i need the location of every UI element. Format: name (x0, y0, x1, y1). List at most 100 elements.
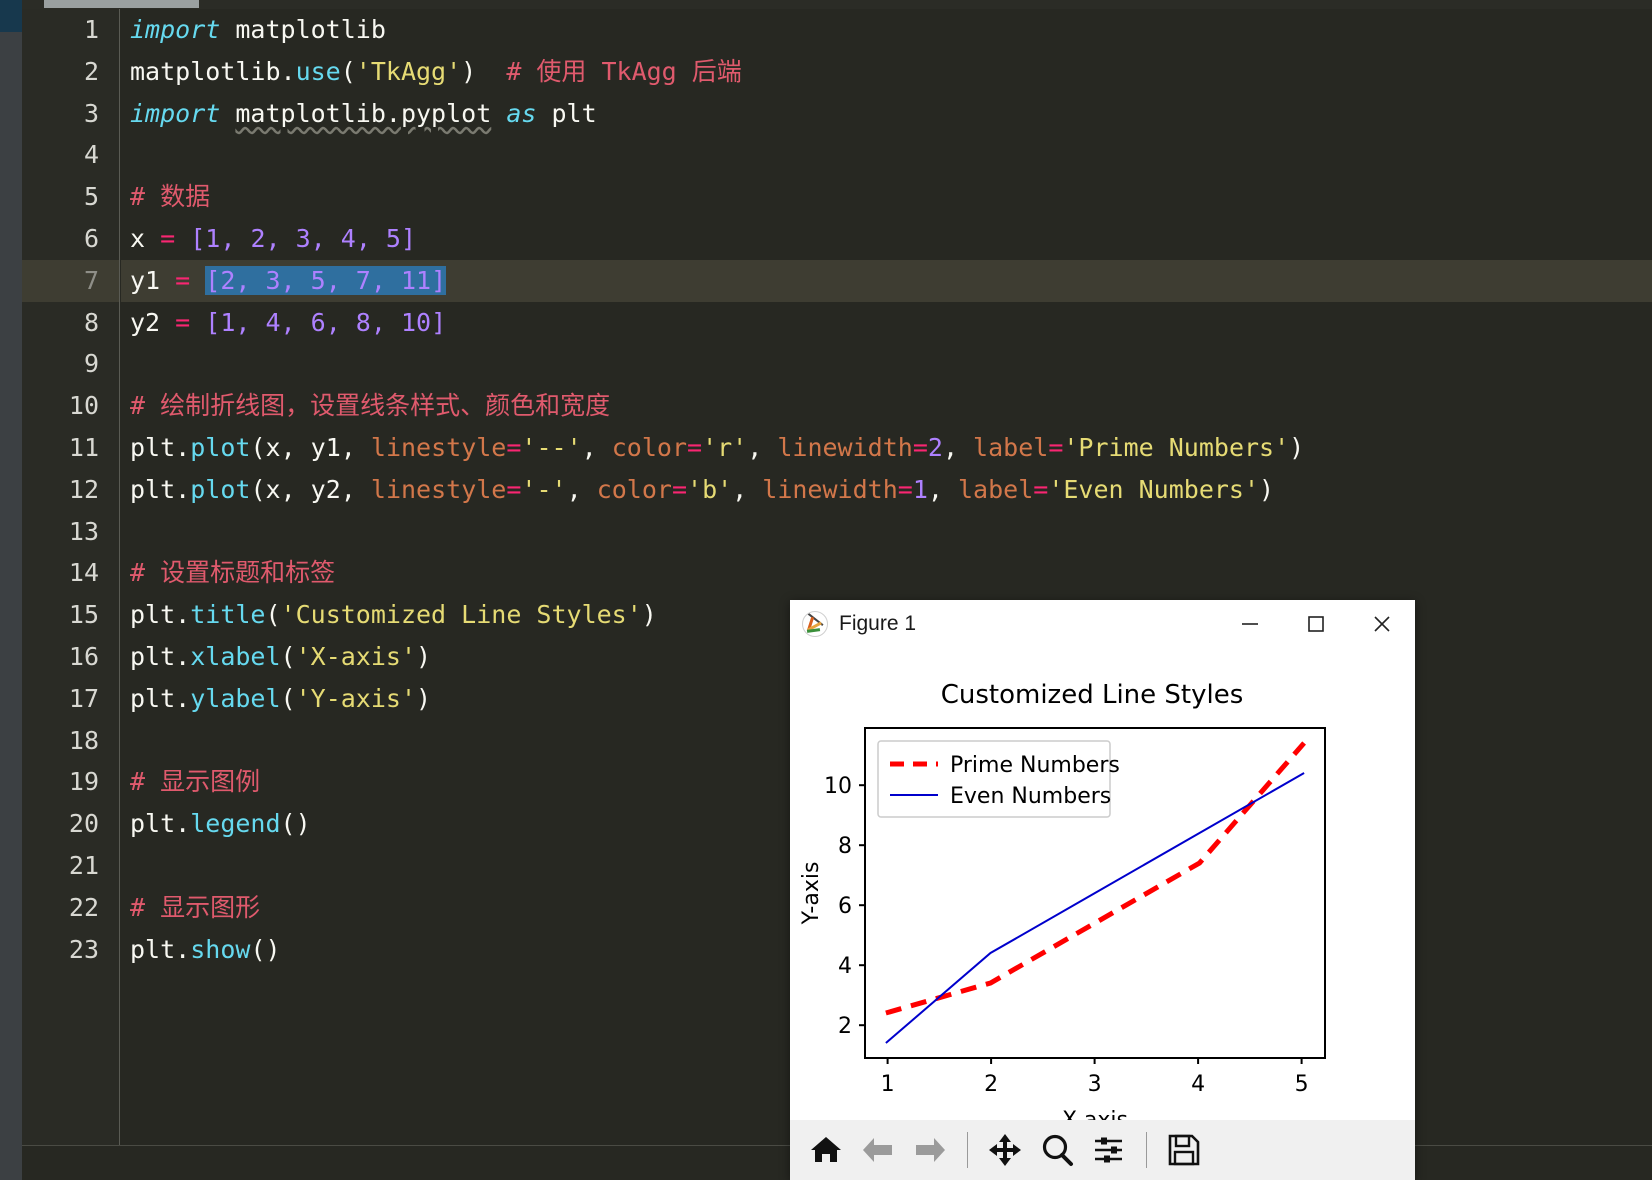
token-comment: # 显示图例 (130, 767, 261, 797)
figure-window-title: Figure 1 (839, 612, 917, 635)
token-param: linewidth (777, 432, 913, 462)
token-string: 'X-axis' (295, 641, 417, 671)
token-string: 'Even Numbers' (1048, 474, 1260, 504)
line-number: 11 (68, 432, 99, 462)
code-line[interactable]: import matplotlib.pyplot as plt (121, 93, 1652, 135)
close-button[interactable] (1349, 600, 1415, 648)
line-number: 19 (68, 767, 99, 797)
activity-bar-marker (0, 0, 22, 32)
code-line[interactable]: # 设置标题和标签 (121, 552, 1652, 594)
token-list: [1, 2, 3, 4, 5] (190, 223, 417, 253)
code-line[interactable]: plt.plot(x, y1, linestyle='--', color='r… (121, 427, 1652, 469)
token-object: plt (130, 809, 176, 839)
token-list-selected: [2, 3, 5, 7, 11] (205, 265, 447, 295)
maximize-button[interactable] (1283, 600, 1349, 648)
token-function: ylabel (190, 683, 281, 713)
legend-label-even: Even Numbers (950, 784, 1111, 809)
magnifier-icon (1042, 1134, 1073, 1166)
line-number: 18 (68, 725, 99, 755)
screen: 1 2 3 4 5 6 7 8 9 10 11 12 13 14 15 16 1… (0, 0, 1652, 1180)
svg-text:4: 4 (1191, 1072, 1205, 1097)
svg-text:3: 3 (1088, 1072, 1102, 1097)
matplotlib-navigation-toolbar[interactable] (790, 1120, 1415, 1180)
activity-bar[interactable] (0, 0, 22, 1180)
token-object: plt (130, 641, 176, 671)
line-number-active: 7 (22, 259, 119, 302)
line-number: 16 (68, 641, 99, 671)
code-line[interactable]: x = [1, 2, 3, 4, 5] (121, 218, 1652, 260)
token-object: plt (130, 683, 176, 713)
code-line[interactable]: # 绘制折线图，设置线条样式、颜色和宽度 (121, 385, 1652, 427)
line-number: 1 (83, 15, 99, 44)
matplotlib-figure-window[interactable]: Figure 1 Customized Line Styles 2 4 6 8 … (790, 600, 1415, 1180)
token-number: 2 (927, 432, 943, 462)
line-number: 14 (68, 558, 99, 588)
sliders-icon (1095, 1137, 1122, 1163)
token-string: '--' (521, 432, 582, 462)
token-string: 'Y-axis' (295, 683, 417, 713)
token-string: 'TkAgg' (355, 56, 462, 86)
token-comment: # 数据 (130, 182, 211, 212)
figure-titlebar[interactable]: Figure 1 (790, 600, 1415, 648)
token-list: [1, 4, 6, 8, 10] (205, 307, 447, 337)
line-number: 22 (68, 892, 99, 922)
token-function: legend (190, 809, 281, 839)
token-string: 'b' (687, 474, 733, 504)
code-line[interactable]: matplotlib.use('TkAgg') # 使用 TkAgg 后端 (121, 51, 1652, 93)
back-button[interactable] (854, 1126, 902, 1174)
token-function: xlabel (190, 641, 281, 671)
line-number: 5 (83, 182, 99, 212)
token-variable: y1 (130, 265, 161, 295)
move-arrows-icon (989, 1134, 1021, 1166)
code-line-empty[interactable] (121, 511, 1652, 553)
svg-text:6: 6 (838, 894, 852, 919)
home-button[interactable] (802, 1126, 850, 1174)
code-line-active[interactable]: y1 = [2, 3, 5, 7, 11] (121, 259, 1652, 302)
line-number: 17 (68, 683, 99, 713)
svg-text:2: 2 (838, 1014, 852, 1039)
plot-svg: Customized Line Styles 2 4 6 8 10 1 2 3 … (790, 648, 1415, 1140)
line-number: 9 (83, 349, 99, 379)
pan-button[interactable] (981, 1126, 1029, 1174)
token-param: linewidth (762, 474, 898, 504)
horizontal-scrollbar-track[interactable] (22, 0, 1652, 9)
token-param: label (973, 432, 1049, 462)
token-variable: x (130, 223, 146, 253)
matplotlib-logo-icon (802, 611, 828, 637)
code-line[interactable]: plt.plot(x, y2, linestyle='-', color='b'… (121, 469, 1652, 511)
token-variable: y2 (130, 307, 161, 337)
zoom-button[interactable] (1033, 1126, 1081, 1174)
token-string: 'Customized Line Styles' (280, 600, 642, 630)
token-object: plt (130, 934, 176, 964)
svg-text:10: 10 (824, 774, 852, 799)
code-line-empty[interactable] (121, 343, 1652, 385)
svg-text:5: 5 (1295, 1072, 1309, 1097)
token-object: plt (130, 474, 176, 504)
code-line-empty[interactable] (121, 134, 1652, 176)
token-param: color (596, 474, 672, 504)
token-comment: # 使用 TkAgg 后端 (506, 56, 742, 86)
line-number: 10 (68, 391, 99, 421)
configure-subplots-button[interactable] (1085, 1126, 1133, 1174)
legend-label-prime: Prime Numbers (950, 753, 1120, 778)
token-function: use (295, 56, 341, 86)
code-line[interactable]: y2 = [1, 4, 6, 8, 10] (121, 302, 1652, 344)
line-number: 13 (68, 516, 99, 546)
token-function: title (190, 600, 266, 630)
minimize-button[interactable] (1217, 600, 1283, 648)
code-line[interactable]: # 数据 (121, 176, 1652, 218)
forward-button[interactable] (906, 1126, 954, 1174)
horizontal-scrollbar-thumb[interactable] (44, 0, 199, 8)
toolbar-separator (967, 1132, 968, 1168)
toolbar-separator (1146, 1132, 1147, 1168)
line-number: 15 (68, 600, 99, 630)
token-operator: = (175, 307, 191, 337)
line-number-gutter: 1 2 3 4 5 6 7 8 9 10 11 12 13 14 15 16 1… (22, 9, 120, 1145)
token-function: plot (190, 474, 251, 504)
token-comment: # 设置标题和标签 (130, 558, 336, 588)
save-button[interactable] (1160, 1126, 1208, 1174)
token-keyword: as (506, 98, 537, 128)
line-number: 12 (68, 474, 99, 504)
figure-canvas[interactable]: Customized Line Styles 2 4 6 8 10 1 2 3 … (790, 648, 1415, 1140)
code-line[interactable]: import matplotlib (121, 9, 1652, 51)
